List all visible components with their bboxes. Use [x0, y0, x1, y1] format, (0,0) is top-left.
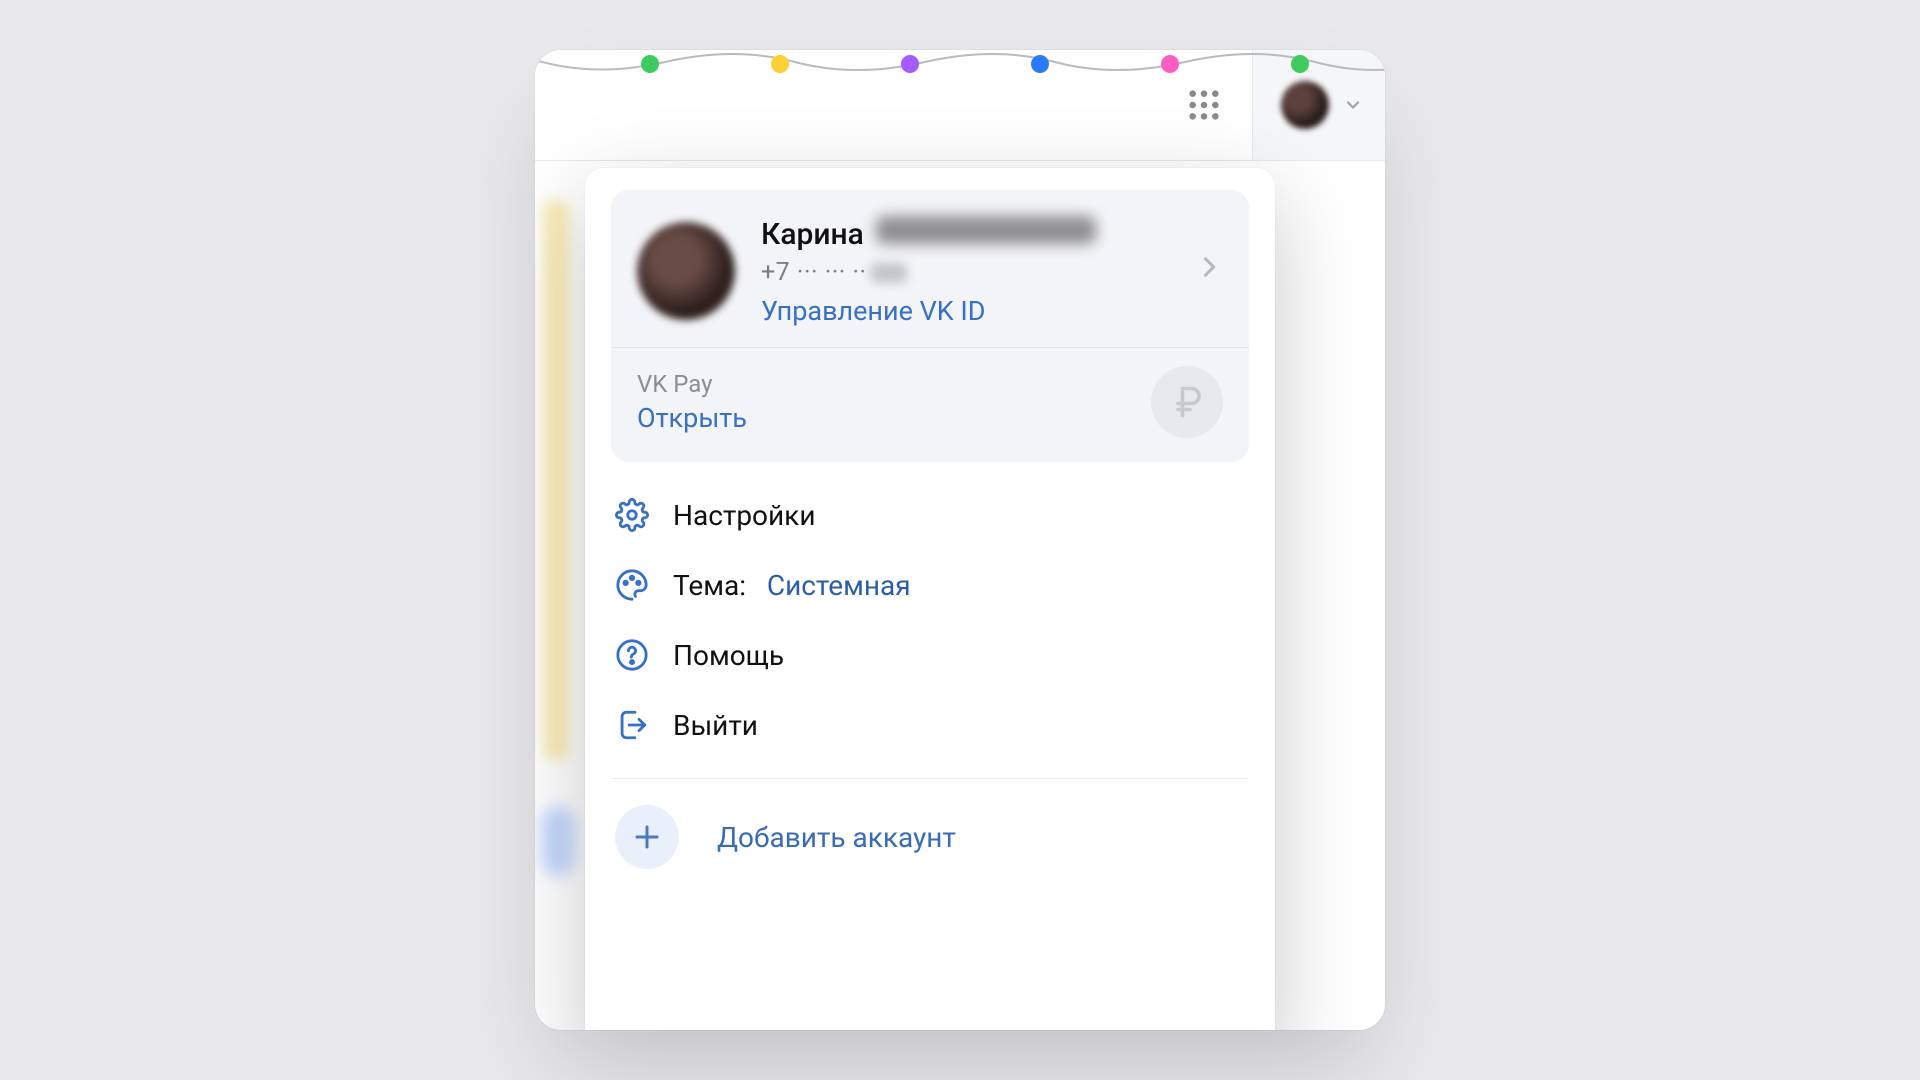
- ruble-icon: [1151, 366, 1223, 438]
- menu-item-logout[interactable]: Выйти: [585, 690, 1275, 760]
- palette-icon: [615, 568, 649, 602]
- menu-item-theme[interactable]: Тема: Системная: [585, 550, 1275, 620]
- profile-card: Карина +7 ··· ··· ·· Управление VK ID VK…: [611, 190, 1249, 462]
- profile-last-name-blurred: [876, 216, 1096, 244]
- menu-label: Выйти: [673, 709, 758, 742]
- vkpay-row[interactable]: VK Pay Открыть: [611, 348, 1249, 462]
- chevron-right-icon: [1195, 253, 1223, 285]
- services-grid-icon[interactable]: [1184, 85, 1224, 125]
- top-bar: [535, 50, 1385, 161]
- avatar: [637, 222, 735, 320]
- theme-value: Системная: [767, 569, 911, 602]
- logout-icon: [615, 708, 649, 742]
- account-dropdown: Карина +7 ··· ··· ·· Управление VK ID VK…: [585, 168, 1275, 1030]
- account-menu-trigger[interactable]: [1252, 50, 1385, 160]
- background-blur-circle: [541, 806, 575, 876]
- vkpay-open-link[interactable]: Открыть: [637, 402, 747, 434]
- profile-phone-masked: +7 ··· ··· ··: [761, 258, 1096, 287]
- help-icon: [615, 638, 649, 672]
- menu-list: Настройки Тема: Системная Помощь: [585, 480, 1275, 869]
- profile-text: Карина +7 ··· ··· ·· Управление VK ID: [761, 214, 1096, 327]
- profile-row[interactable]: Карина +7 ··· ··· ·· Управление VK ID: [611, 190, 1249, 347]
- avatar-mini: [1281, 81, 1329, 129]
- add-account-label: Добавить аккаунт: [717, 821, 956, 854]
- theme-label: Тема:: [673, 569, 746, 602]
- menu-item-help[interactable]: Помощь: [585, 620, 1275, 690]
- background-blur-strip: [543, 200, 569, 760]
- menu-label: Настройки: [673, 499, 815, 532]
- screenshot-frame: Карина +7 ··· ··· ·· Управление VK ID VK…: [535, 50, 1385, 1030]
- menu-label: Помощь: [673, 639, 784, 672]
- profile-first-name: Карина: [761, 217, 864, 252]
- gear-icon: [615, 498, 649, 532]
- add-account-row[interactable]: Добавить аккаунт: [585, 779, 1275, 869]
- menu-item-settings[interactable]: Настройки: [585, 480, 1275, 550]
- chevron-down-icon: [1343, 95, 1363, 115]
- plus-icon: [615, 805, 679, 869]
- vkid-manage-link[interactable]: Управление VK ID: [761, 295, 1096, 327]
- vkpay-label: VK Pay: [637, 370, 747, 398]
